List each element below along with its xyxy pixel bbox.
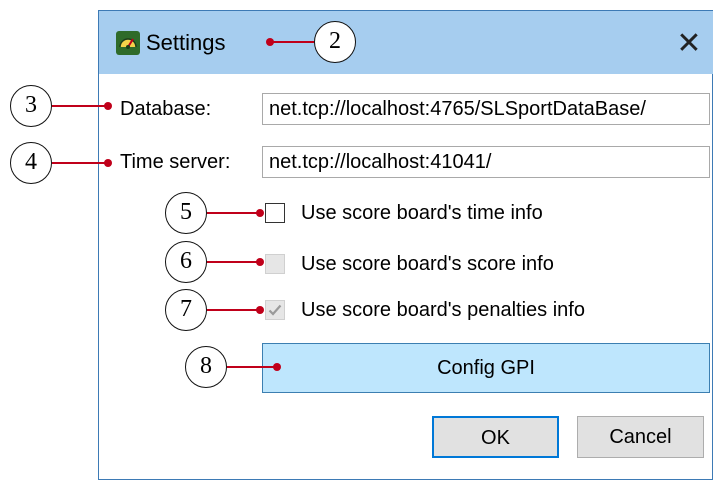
callout-leader [207, 309, 259, 311]
callout-leader [207, 261, 259, 263]
callout-dot [256, 258, 264, 266]
checkmark-icon [268, 304, 282, 316]
callout-leader [270, 41, 314, 43]
callout-leader [207, 212, 259, 214]
callout-7: 7 [165, 289, 207, 331]
callout-dot [256, 209, 264, 217]
callout-leader [52, 162, 106, 164]
callout-leader [52, 105, 106, 107]
callout-dot [104, 159, 112, 167]
close-icon[interactable]: ✕ [670, 25, 708, 63]
time-info-checkbox[interactable] [265, 203, 285, 223]
score-info-label: Use score board's score info [301, 253, 554, 275]
window-title: Settings [146, 30, 226, 55]
database-label: Database: [120, 98, 212, 120]
time-server-input[interactable]: net.tcp://localhost:41041/ [262, 146, 710, 178]
callout-6: 6 [165, 241, 207, 283]
callout-8: 8 [185, 346, 227, 388]
callout-4: 4 [10, 142, 52, 184]
callout-3: 3 [10, 85, 52, 127]
callout-dot [256, 306, 264, 314]
score-info-checkbox[interactable] [265, 254, 285, 274]
cancel-button[interactable]: Cancel [577, 416, 704, 458]
time-server-label: Time server: [120, 151, 231, 173]
callout-5: 5 [165, 192, 207, 234]
app-gauge-icon [116, 31, 140, 55]
callout-dot [273, 363, 281, 371]
time-info-label: Use score board's time info [301, 202, 543, 224]
penalties-info-checkbox[interactable] [265, 300, 285, 320]
config-gpi-button[interactable]: Config GPI [262, 343, 710, 393]
penalties-info-label: Use score board's penalties info [301, 299, 585, 321]
callout-2: 2 [314, 21, 356, 63]
callout-dot [104, 102, 112, 110]
ok-button[interactable]: OK [432, 416, 559, 458]
database-input[interactable]: net.tcp://localhost:4765/SLSportDataBase… [262, 93, 710, 125]
callout-leader [227, 366, 275, 368]
